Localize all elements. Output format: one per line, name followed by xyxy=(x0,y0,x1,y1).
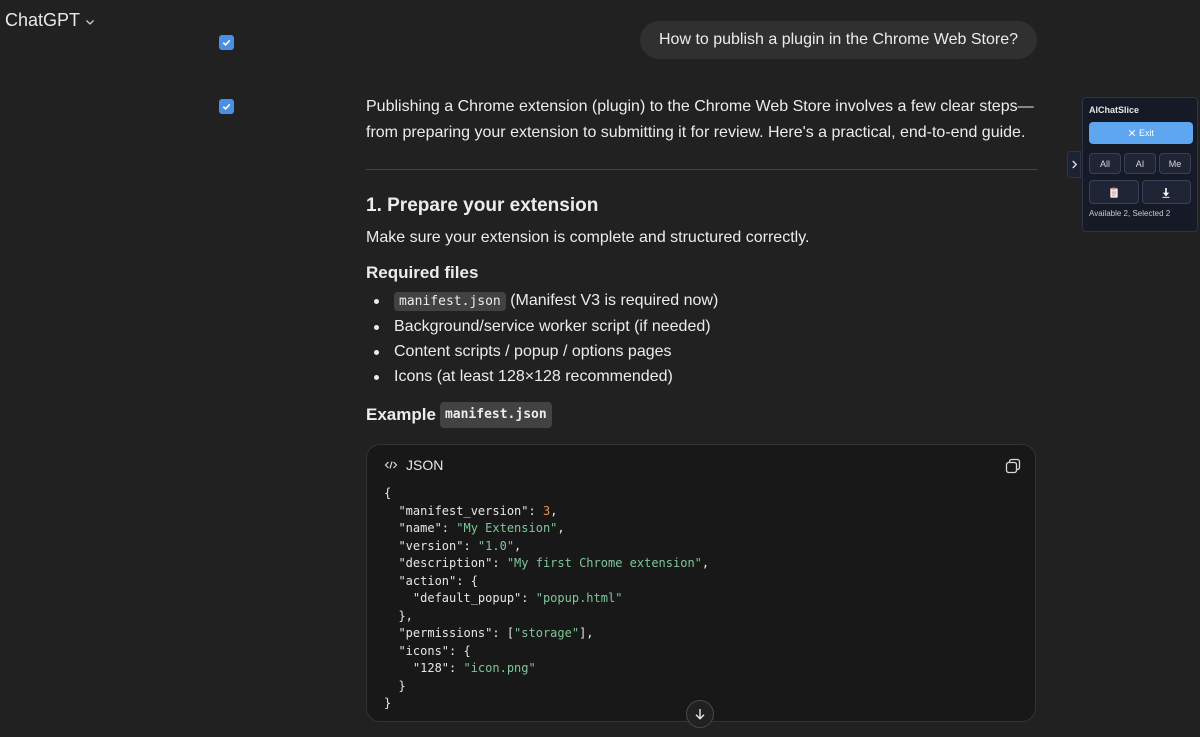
divider xyxy=(366,169,1038,170)
copy-icon[interactable] xyxy=(1004,457,1022,475)
code-block: JSON { "manifest_version": 3, "name": "M… xyxy=(366,444,1036,722)
copy-selected-button[interactable] xyxy=(1089,180,1139,204)
check-icon xyxy=(222,39,231,46)
list-item: manifest.json (Manifest V3 is required n… xyxy=(366,288,1038,314)
exit-label: Exit xyxy=(1138,128,1154,138)
filter-row: All AI Me xyxy=(1089,153,1191,174)
list-item-text: Content scripts / popup / options pages xyxy=(394,343,672,360)
filter-all-button[interactable]: All xyxy=(1089,153,1121,174)
list-item-text: Background/service worker script (if nee… xyxy=(394,318,711,335)
filter-ai-button[interactable]: AI xyxy=(1124,153,1156,174)
panel-collapse-button[interactable] xyxy=(1067,151,1081,178)
clipboard-icon xyxy=(1109,187,1118,198)
user-message-text: How to publish a plugin in the Chrome We… xyxy=(658,31,1018,48)
code-block-header: JSON xyxy=(384,457,443,473)
chevron-right-icon xyxy=(1071,160,1077,169)
model-selector[interactable]: ChatGPT xyxy=(5,10,96,31)
code-icon xyxy=(384,461,398,469)
scroll-to-bottom-button[interactable] xyxy=(686,700,714,728)
section-heading: 1. Prepare your extension xyxy=(366,195,599,216)
list-item: Icons (at least 128×128 recommended) xyxy=(366,364,1038,389)
selection-status: Available 2, Selected 2 xyxy=(1089,209,1171,218)
check-icon xyxy=(222,103,231,110)
user-message-select-checkbox[interactable] xyxy=(219,35,234,50)
example-heading: Example manifest.json xyxy=(366,402,1038,428)
list-item-text: Icons (at least 128×128 recommended) xyxy=(394,368,673,385)
chat-page: ChatGPT How to publish a plugin in the C… xyxy=(0,0,1200,737)
exit-button[interactable]: Exit xyxy=(1089,122,1193,144)
close-icon xyxy=(1128,129,1136,137)
inline-code: manifest.json xyxy=(394,292,506,311)
filter-me-button[interactable]: Me xyxy=(1159,153,1191,174)
panel-title: AIChatSlice xyxy=(1089,105,1140,115)
arrow-down-icon xyxy=(695,709,705,720)
aichatslice-panel: AIChatSlice Exit All AI Me Available 2, … xyxy=(1082,97,1198,232)
inline-code: manifest.json xyxy=(439,402,552,428)
example-heading-text: Example xyxy=(366,405,436,424)
answer-intro: Publishing a Chrome extension (plugin) t… xyxy=(366,98,1034,141)
user-message-bubble: How to publish a plugin in the Chrome We… xyxy=(639,21,1037,59)
download-button[interactable] xyxy=(1141,180,1191,204)
assistant-message-select-checkbox[interactable] xyxy=(219,99,234,114)
required-files-heading: Required files xyxy=(366,263,479,282)
chevron-down-icon xyxy=(86,20,94,25)
required-files-list: manifest.json (Manifest V3 is required n… xyxy=(366,288,1038,389)
action-row xyxy=(1089,180,1191,204)
list-item: Content scripts / popup / options pages xyxy=(366,339,1038,364)
list-item-text: (Manifest V3 is required now) xyxy=(505,292,719,309)
section-paragraph: Make sure your extension is complete and… xyxy=(366,229,810,246)
code-content: { "manifest_version": 3, "name": "My Ext… xyxy=(384,486,710,710)
list-item: Background/service worker script (if nee… xyxy=(366,314,1038,339)
download-arrow-icon xyxy=(1162,187,1170,198)
assistant-message: Publishing a Chrome extension (plugin) t… xyxy=(366,94,1038,722)
code-language: JSON xyxy=(406,457,444,473)
model-name: ChatGPT xyxy=(5,10,81,30)
